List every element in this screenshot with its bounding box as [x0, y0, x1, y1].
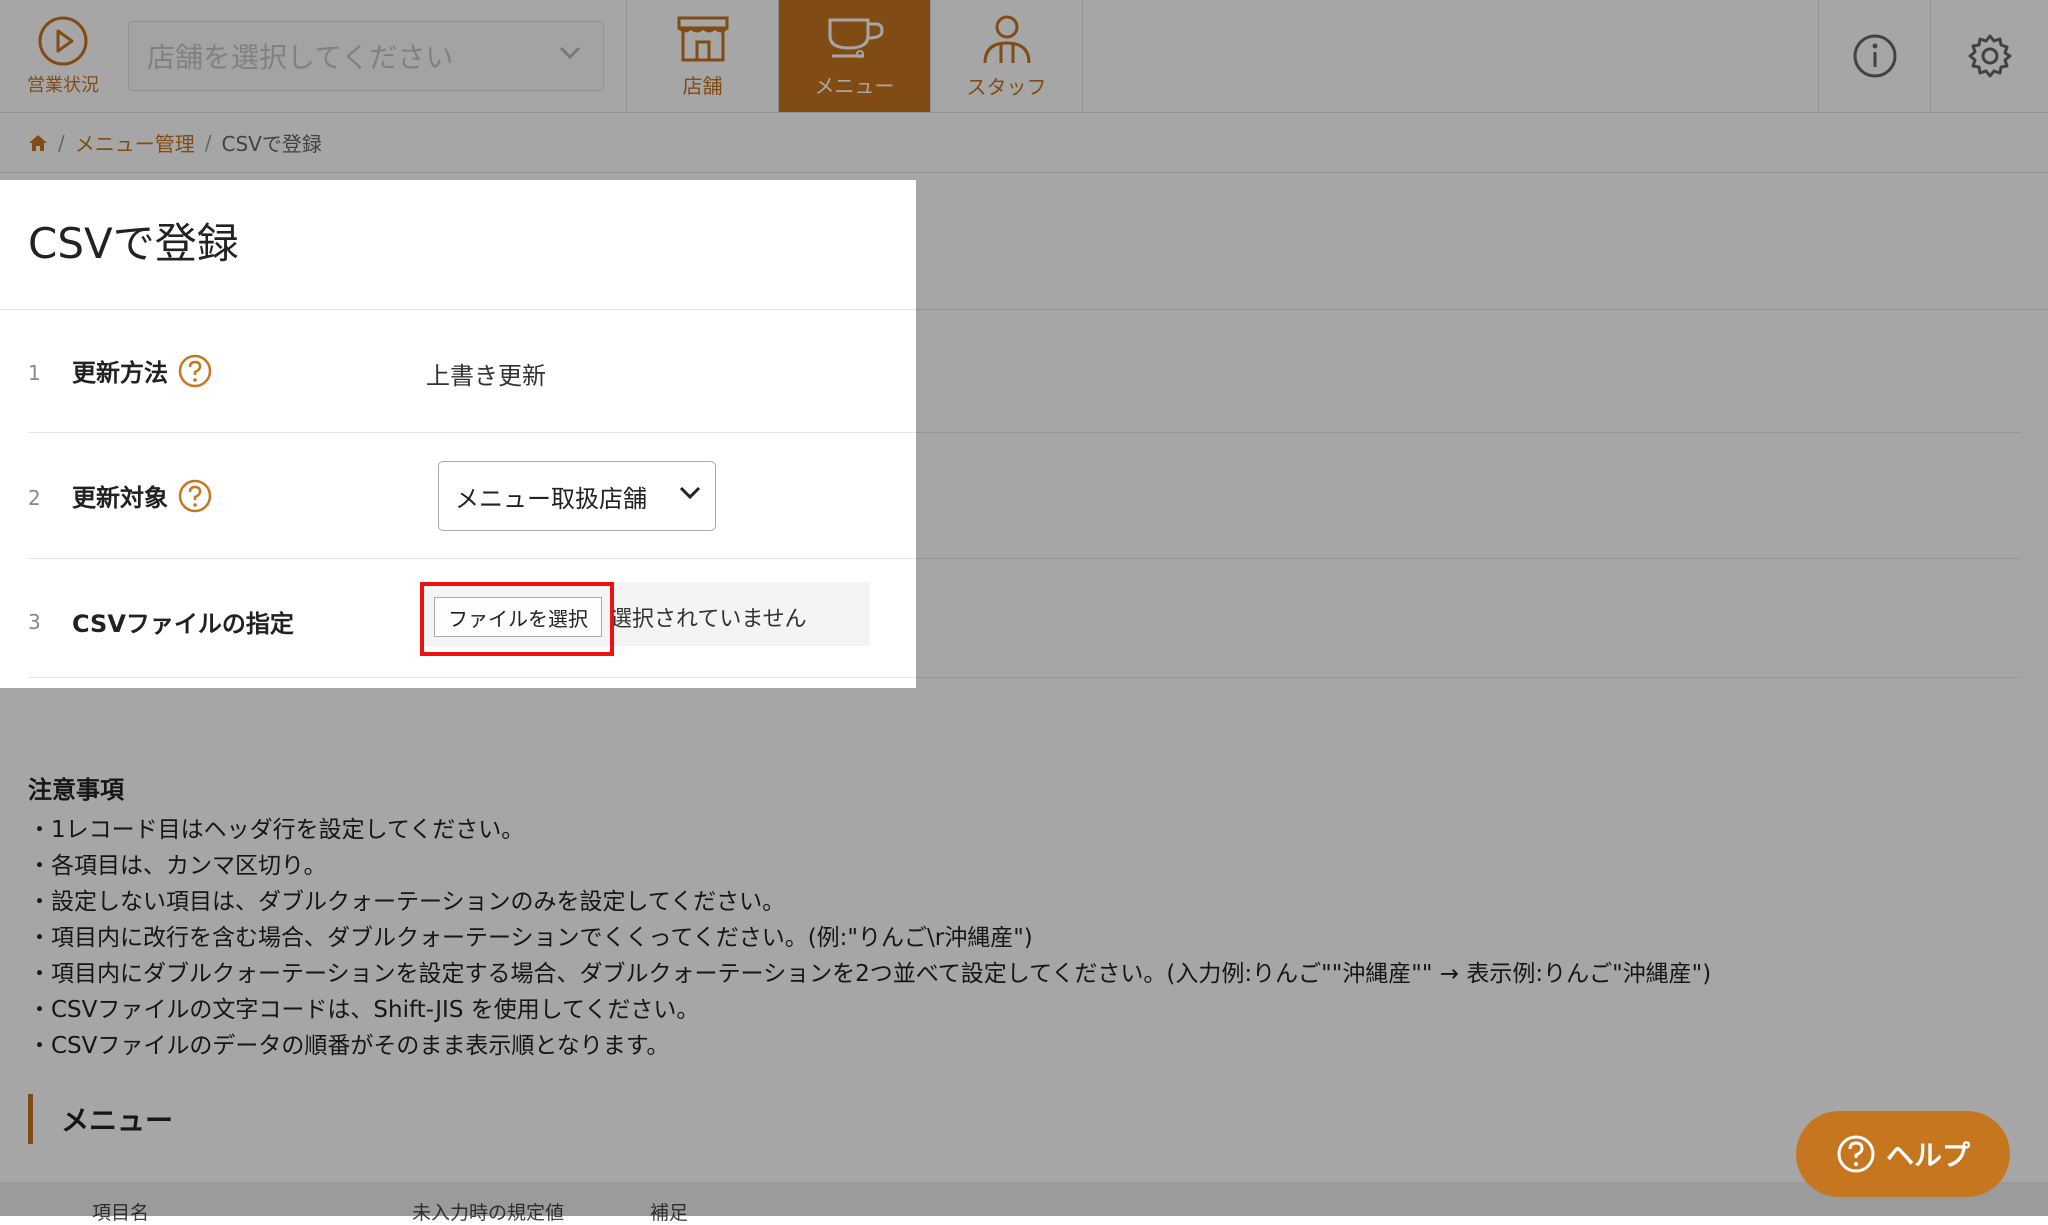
row-number: 2: [28, 486, 41, 510]
question-help-icon[interactable]: [178, 354, 212, 388]
file-status-text: 選択されていません: [610, 607, 807, 632]
update-method-label: 更新方法: [72, 353, 212, 388]
help-label: ヘルプ: [1885, 1139, 1970, 1172]
update-target-label-text: 更新対象: [72, 484, 168, 512]
page-title: CSVで登録: [28, 219, 239, 268]
dim-overlay: [0, 0, 2048, 180]
help-button[interactable]: ヘルプ: [1796, 1111, 2010, 1197]
csv-file-label: CSVファイルの指定: [72, 610, 294, 638]
update-method-value: 上書き更新: [426, 362, 546, 390]
update-method-label-text: 更新方法: [72, 359, 168, 387]
dim-overlay: [0, 688, 2048, 1216]
update-target-selected: メニュー取扱店舗: [455, 484, 647, 513]
question-circle-icon: [1837, 1135, 1875, 1173]
dim-overlay: [916, 180, 2048, 688]
update-target-select[interactable]: メニュー取扱店舗: [438, 461, 716, 531]
choose-file-highlight: [420, 582, 614, 656]
update-target-label: 更新対象: [72, 478, 212, 513]
row-number: 3: [28, 610, 41, 634]
row-number: 1: [28, 361, 41, 385]
chevron-down-icon: [679, 486, 701, 500]
question-help-icon[interactable]: [178, 479, 212, 513]
